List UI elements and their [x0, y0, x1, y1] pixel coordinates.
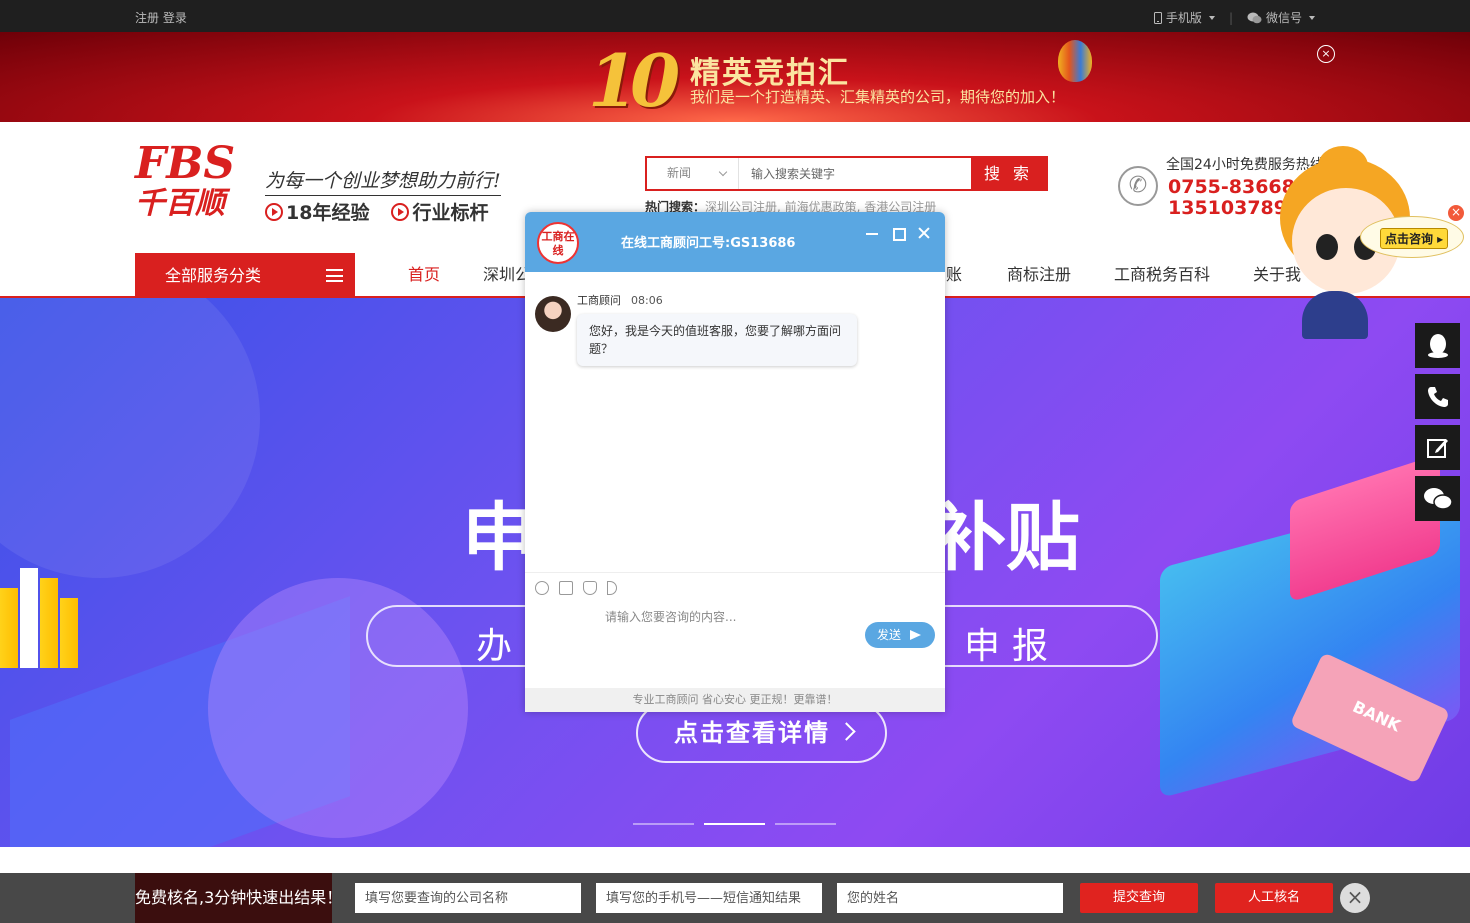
- phone-icon: [1427, 386, 1448, 407]
- minimize-icon[interactable]: [865, 226, 879, 240]
- register-login-link[interactable]: 注册 登录: [135, 9, 191, 26]
- search-button[interactable]: 搜 索: [971, 158, 1046, 189]
- wechat-icon: [1247, 12, 1262, 23]
- mobile-version-menu[interactable]: 手机版: [1153, 9, 1215, 26]
- mascot-eye: [1316, 234, 1338, 260]
- carousel-dot[interactable]: [775, 823, 836, 825]
- mobile-icon: [1153, 11, 1162, 24]
- shield-icon[interactable]: [583, 580, 597, 595]
- name-check-bar: 免费核名,3分钟快速出结果！ 提交查询 人工核名 ×: [0, 873, 1470, 923]
- mobile-label: 手机版: [1165, 11, 1202, 25]
- phone-button[interactable]: [1415, 374, 1460, 419]
- chat-input[interactable]: [605, 608, 855, 648]
- decor-bar: [60, 598, 78, 668]
- phone-input[interactable]: [596, 883, 822, 913]
- carousel-dots: [633, 823, 836, 825]
- company-name-input[interactable]: [355, 883, 581, 913]
- carousel-dot[interactable]: [633, 823, 694, 825]
- manual-check-button[interactable]: 人工核名: [1215, 883, 1333, 913]
- search-input[interactable]: [739, 158, 971, 189]
- edit-icon: [1426, 438, 1448, 458]
- chat-toolbar: [525, 572, 945, 602]
- ad-number: 10: [588, 38, 680, 122]
- agent-name: 工商顾问: [577, 294, 621, 307]
- consult-mascot[interactable]: 点击咨询 ▸ ×: [1270, 146, 1470, 341]
- all-services-menu[interactable]: 全部服务分类: [135, 253, 355, 298]
- chat-title: 在线工商顾问工号:GS13686: [621, 236, 796, 251]
- image-icon[interactable]: [559, 580, 573, 595]
- chat-logo: 工商在线: [537, 222, 579, 264]
- logo-cn: 千百顺: [135, 186, 225, 221]
- pill-left-text: 办: [476, 626, 513, 667]
- decor-circle: [0, 298, 260, 578]
- chevron-down-icon: [718, 167, 728, 177]
- side-toolbar: [1415, 323, 1460, 527]
- wechat-button[interactable]: [1415, 476, 1460, 521]
- logo-fbs: FBS: [135, 138, 236, 189]
- submit-query-button[interactable]: 提交查询: [1080, 883, 1198, 913]
- top-bar: 注册 登录 手机版 | 微信号: [0, 0, 1470, 32]
- close-ad-button[interactable]: ×: [1317, 45, 1335, 63]
- consult-bubble: 点击咨询 ▸: [1360, 216, 1464, 258]
- close-mascot-button[interactable]: ×: [1448, 205, 1464, 221]
- message-time: 08:06: [631, 294, 663, 307]
- balloon-icon: [1058, 40, 1092, 82]
- agent-message: 您好，我是今天的值班客服，您要了解哪方面问题？: [577, 314, 857, 366]
- chat-footer: 专业工商顾问 省心安心 更正规！更靠谱！: [525, 688, 945, 712]
- maximize-icon[interactable]: [891, 226, 906, 241]
- qq-icon: [1427, 333, 1448, 358]
- divider: |: [1228, 10, 1233, 25]
- wechat-icon: [1423, 487, 1453, 510]
- consult-button[interactable]: 点击咨询 ▸: [1380, 228, 1449, 249]
- decor-bar-chart: [0, 558, 78, 668]
- nav-item-accounting[interactable]: 账: [946, 253, 962, 296]
- chat-header[interactable]: 工商在线 在线工商顾问工号:GS13686: [525, 212, 945, 272]
- name-check-lead: 免费核名,3分钟快速出结果！: [135, 873, 342, 923]
- carousel-dot-active[interactable]: [704, 823, 765, 825]
- play-icon: [391, 202, 410, 221]
- slogan: 为每一个创业梦想助力前行!: [265, 166, 501, 196]
- close-bar-button[interactable]: ×: [1340, 883, 1370, 913]
- chat-messages: 工商顾问 08:06 您好，我是今天的值班客服，您要了解哪方面问题？: [525, 272, 945, 572]
- ad-banner[interactable]: 10 精英竞拍汇 我们是一个打造精英、汇集精英的公司，期待您的加入！ ×: [0, 32, 1470, 122]
- menu-icon: [326, 269, 343, 282]
- nav-item-tax-wiki[interactable]: 工商税务百科: [1114, 253, 1210, 296]
- qq-button[interactable]: [1415, 323, 1460, 368]
- ad-subtitle: 我们是一个打造精英、汇集精英的公司，期待您的加入！: [690, 88, 1066, 106]
- wechat-label: 微信号: [1265, 11, 1302, 25]
- nav-item-shenzhen[interactable]: 深圳公: [483, 253, 531, 296]
- message-meta: 工商顾问 08:06: [577, 292, 663, 308]
- close-icon[interactable]: [917, 226, 931, 240]
- chevron-down-icon: [1309, 15, 1315, 20]
- chat-window: 工商在线 在线工商顾问工号:GS13686 工商顾问 08:06 您好，我是今天的…: [525, 212, 945, 712]
- decor-bar: [0, 588, 18, 668]
- nav-item-trademark[interactable]: 商标注册: [1007, 253, 1071, 296]
- feature-tags: 18年经验 行业标杆: [265, 198, 488, 225]
- send-icon: [910, 630, 921, 640]
- search-category-select[interactable]: 新闻: [647, 158, 739, 189]
- wechat-menu[interactable]: 微信号: [1247, 9, 1315, 26]
- phone-icon: ✆: [1118, 166, 1158, 206]
- view-details-button[interactable]: 点击查看详情: [636, 703, 887, 763]
- send-button[interactable]: 发送: [865, 622, 935, 648]
- name-input[interactable]: [837, 883, 1063, 913]
- search-bar: 新闻 搜 索: [645, 156, 1048, 191]
- tag-label: 行业标杆: [412, 202, 489, 224]
- decor-bar: [20, 568, 38, 668]
- emoji-icon[interactable]: [535, 580, 549, 595]
- nav-item-home[interactable]: 首页: [408, 253, 440, 296]
- chevron-right-icon: [837, 722, 856, 741]
- mascot-body: [1302, 291, 1368, 339]
- sound-icon[interactable]: [607, 580, 617, 595]
- tag-label: 18年经验: [286, 202, 370, 224]
- message-button[interactable]: [1415, 425, 1460, 470]
- chevron-down-icon: [1208, 15, 1215, 20]
- agent-avatar: [535, 296, 571, 332]
- site-logo[interactable]: FBS 千百顺: [135, 138, 245, 232]
- feature-tag: 18年经验: [265, 198, 369, 225]
- pill-right-text: 申报: [964, 626, 1061, 667]
- feature-tag: 行业标杆: [391, 198, 488, 225]
- play-icon: [265, 202, 283, 221]
- decor-bar: [40, 578, 58, 668]
